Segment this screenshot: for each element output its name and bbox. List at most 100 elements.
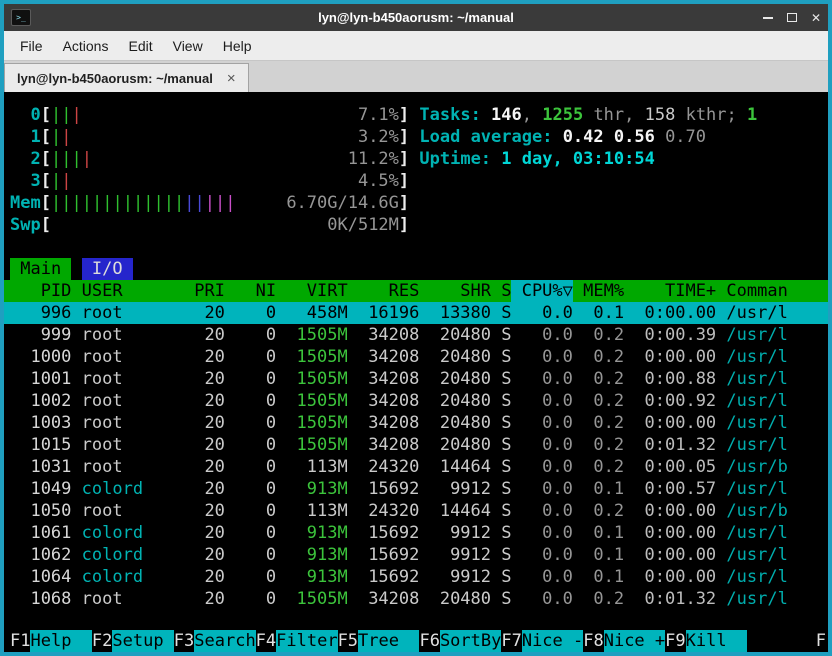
process-row[interactable]: 1064colord200913M156929912S0.00.10:00.00… bbox=[4, 566, 828, 588]
cell-shr: 20480 bbox=[419, 434, 491, 456]
running-count: 1 bbox=[747, 105, 757, 125]
column-header-ni[interactable]: NI bbox=[225, 280, 276, 302]
cell-virt: 113M bbox=[276, 456, 348, 478]
meter-bar: | bbox=[71, 149, 81, 169]
tab-close-icon[interactable]: × bbox=[227, 71, 236, 86]
cell-virt: 1505M bbox=[276, 434, 348, 456]
cell-mem-percent: 0.2 bbox=[573, 434, 624, 456]
menu-bar: FileActionsEditViewHelp bbox=[4, 31, 828, 61]
cell-state: S bbox=[491, 544, 511, 566]
column-header-pid[interactable]: PID bbox=[10, 280, 71, 302]
fkey-f8[interactable]: F8Nice + bbox=[583, 630, 665, 652]
cell-user: root bbox=[71, 390, 173, 412]
process-row[interactable]: 1002root2001505M3420820480S0.00.20:00.92… bbox=[4, 390, 828, 412]
menu-item-view[interactable]: View bbox=[163, 34, 213, 58]
load-15m: 0.70 bbox=[665, 127, 706, 147]
cell-user: root bbox=[71, 368, 173, 390]
function-key-bar: F1HelpF2SetupF3SearchF4FilterF5TreeF6Sor… bbox=[4, 630, 828, 652]
bracket: [ bbox=[41, 148, 51, 170]
cell-state: S bbox=[491, 412, 511, 434]
htop-tab-main[interactable]: Main bbox=[10, 258, 71, 280]
cell-ni: 0 bbox=[225, 588, 276, 610]
process-row[interactable]: 1049colord200913M156929912S0.00.10:00.57… bbox=[4, 478, 828, 500]
cell-pri: 20 bbox=[174, 456, 225, 478]
fkey-f2[interactable]: F2Setup bbox=[92, 630, 174, 652]
meter-bar: | bbox=[82, 149, 92, 169]
meter-bar: | bbox=[92, 193, 102, 213]
terminal-tab[interactable]: lyn@lyn-b450aorusm: ~/manual × bbox=[4, 63, 249, 92]
cell-res: 34208 bbox=[348, 368, 420, 390]
fkey-f6[interactable]: F6SortBy bbox=[419, 630, 501, 652]
minimize-button[interactable] bbox=[756, 4, 780, 31]
cell-state: S bbox=[491, 456, 511, 478]
cell-pid: 1061 bbox=[10, 522, 71, 544]
menu-item-help[interactable]: Help bbox=[213, 34, 262, 58]
fkey-f1[interactable]: F1Help bbox=[10, 630, 92, 652]
cell-pid: 1031 bbox=[10, 456, 71, 478]
cell-res: 34208 bbox=[348, 588, 420, 610]
cell-shr: 20480 bbox=[419, 588, 491, 610]
cell-cpu-percent: 0.0 bbox=[511, 500, 572, 522]
column-header-mem[interactable]: MEM% bbox=[573, 280, 624, 302]
cell-cpu-percent: 0.0 bbox=[511, 544, 572, 566]
cell-cpu-percent: 0.0 bbox=[511, 324, 572, 346]
menu-item-file[interactable]: File bbox=[10, 34, 53, 58]
menu-item-actions[interactable]: Actions bbox=[53, 34, 119, 58]
cell-time: 0:00.57 bbox=[624, 478, 716, 500]
cell-cpu-percent: 0.0 bbox=[511, 412, 572, 434]
column-header-cmd[interactable]: Comman bbox=[716, 280, 828, 302]
process-row[interactable]: 996root200458M1619613380S0.00.10:00.00/u… bbox=[4, 302, 828, 324]
column-header-shr[interactable]: SHR bbox=[419, 280, 491, 302]
fkey-f4[interactable]: F4Filter bbox=[256, 630, 338, 652]
htop-meters: 0[|||7.1%]1[||3.2%]2[||||11.2%]3[||4.5%]… bbox=[4, 104, 828, 236]
text: Uptime: bbox=[419, 149, 501, 169]
cell-pri: 20 bbox=[174, 500, 225, 522]
process-row[interactable]: 1000root2001505M3420820480S0.00.20:00.00… bbox=[4, 346, 828, 368]
title-bar[interactable]: >_ lyn@lyn-b450aorusm: ~/manual ✕ bbox=[4, 4, 828, 31]
column-header-pri[interactable]: PRI bbox=[174, 280, 225, 302]
cell-user: colord bbox=[71, 522, 173, 544]
process-row[interactable]: 999root2001505M3420820480S0.00.20:00.39/… bbox=[4, 324, 828, 346]
column-header-user[interactable]: USER bbox=[71, 280, 173, 302]
meter-bar: | bbox=[143, 193, 153, 213]
cell-res: 24320 bbox=[348, 456, 420, 478]
fkey-f[interactable]: F bbox=[816, 630, 826, 652]
process-row[interactable]: 1050root200113M2432014464S0.00.20:00.00/… bbox=[4, 500, 828, 522]
column-header-s[interactable]: S bbox=[491, 280, 511, 302]
fkey-f7[interactable]: F7Nice - bbox=[501, 630, 583, 652]
process-row[interactable]: 1001root2001505M3420820480S0.00.20:00.88… bbox=[4, 368, 828, 390]
load-1m: 0.42 bbox=[563, 127, 614, 147]
process-row[interactable]: 1031root200113M2432014464S0.00.20:00.05/… bbox=[4, 456, 828, 478]
cell-cpu-percent: 0.0 bbox=[511, 346, 572, 368]
menu-item-edit[interactable]: Edit bbox=[118, 34, 162, 58]
terminal-empty-area bbox=[4, 610, 828, 630]
process-row[interactable]: 1061colord200913M156929912S0.00.10:00.00… bbox=[4, 522, 828, 544]
maximize-button[interactable] bbox=[780, 4, 804, 31]
process-row[interactable]: 1062colord200913M156929912S0.00.10:00.00… bbox=[4, 544, 828, 566]
process-row[interactable]: 1015root2001505M3420820480S0.00.20:01.32… bbox=[4, 434, 828, 456]
column-header-virt[interactable]: VIRT bbox=[276, 280, 348, 302]
terminal-screen[interactable]: 0[|||7.1%]1[||3.2%]2[||||11.2%]3[||4.5%]… bbox=[4, 92, 828, 652]
meter-body: ||3.2% bbox=[51, 126, 399, 148]
cpu-meter-2: 2[||||11.2%] bbox=[10, 148, 409, 170]
fkey-f9[interactable]: F9Kill bbox=[665, 630, 747, 652]
process-row[interactable]: 1068root2001505M3420820480S0.00.20:01.32… bbox=[4, 588, 828, 610]
cell-mem-percent: 0.2 bbox=[573, 500, 624, 522]
cell-time: 0:00.88 bbox=[624, 368, 716, 390]
column-header-time[interactable]: TIME+ bbox=[624, 280, 716, 302]
close-button[interactable]: ✕ bbox=[804, 4, 828, 31]
cell-pid: 1003 bbox=[10, 412, 71, 434]
cell-state: S bbox=[491, 500, 511, 522]
cell-pri: 20 bbox=[174, 412, 225, 434]
cell-res: 15692 bbox=[348, 522, 420, 544]
column-header-res[interactable]: RES bbox=[348, 280, 420, 302]
fkey-f3[interactable]: F3Search bbox=[174, 630, 256, 652]
mem-label: Mem bbox=[10, 192, 41, 214]
cell-ni: 0 bbox=[225, 434, 276, 456]
column-header-cpu[interactable]: CPU%▽ bbox=[511, 280, 572, 302]
cell-user: root bbox=[71, 324, 173, 346]
process-row[interactable]: 1003root2001505M3420820480S0.00.20:00.00… bbox=[4, 412, 828, 434]
bracket: [ bbox=[41, 214, 51, 236]
fkey-f5[interactable]: F5Tree bbox=[338, 630, 420, 652]
htop-tab-io[interactable]: I/O bbox=[82, 258, 133, 280]
